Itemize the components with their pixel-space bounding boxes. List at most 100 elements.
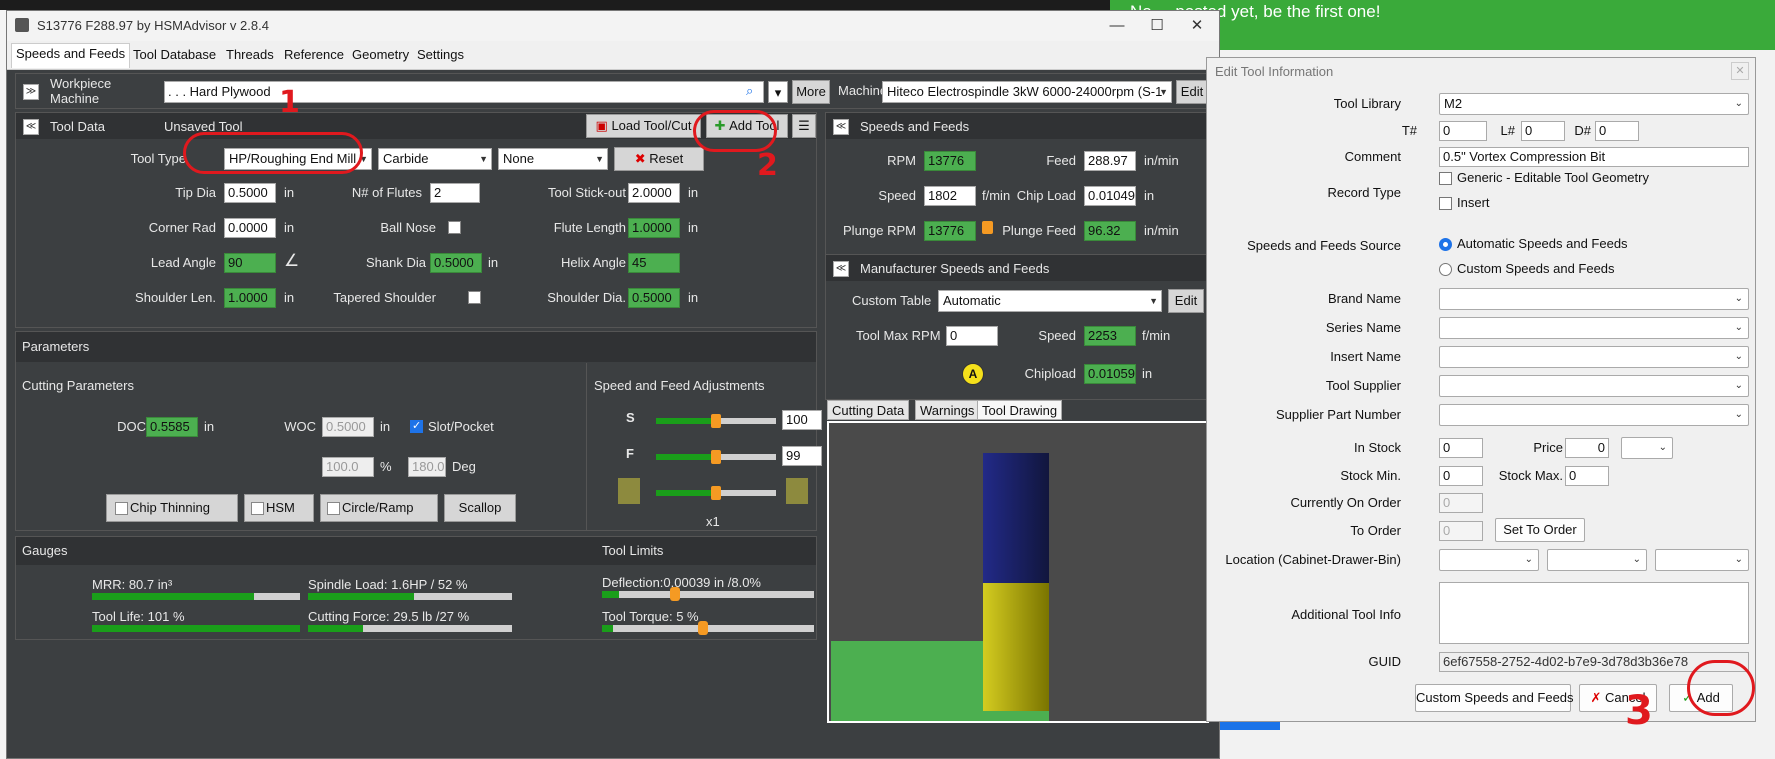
ball-nose-checkbox[interactable] [448,221,461,234]
generic-checkbox[interactable] [1439,172,1452,185]
woc-percent-field[interactable]: 100.0 [322,457,374,477]
spindle-load-bar [308,593,512,600]
shoulder-len-label: Shoulder Len. [135,290,216,305]
feed-adjust-slider[interactable] [656,450,776,464]
feed-field[interactable]: 288.97 [1084,151,1136,171]
custom-table-edit-button[interactable]: Edit [1168,289,1204,313]
collapse-icon[interactable]: ≫ [23,84,39,100]
drawer-select[interactable]: ⌄ [1547,549,1647,571]
collapse-icon[interactable]: ≪ [833,119,849,135]
scallop-button[interactable]: Scallop [444,494,516,522]
t-number-field[interactable]: 0 [1439,121,1487,141]
search-icon[interactable]: ⌕ [746,83,753,99]
annotation-circle [1687,660,1755,716]
hsm-button[interactable]: HSM [244,494,314,522]
comment-field[interactable]: 0.5" Vortex Compression Bit [1439,147,1749,167]
price-field[interactable]: 0 [1565,438,1609,458]
rpm-field[interactable]: 13776 [924,151,976,171]
series-name-select[interactable]: ⌄ [1439,317,1749,339]
flutes-stepper[interactable]: 2 [430,183,480,203]
custom-table-select[interactable]: Automatic ▼ [938,290,1162,312]
flute-length-field[interactable]: 1.0000 [628,218,680,238]
plunge-feed-field[interactable]: 96.32 [1084,221,1136,241]
tab-tool-database[interactable]: Tool Database [129,45,220,65]
mfr-speed-field[interactable]: 2253 [1084,326,1136,346]
lead-angle-field[interactable]: 90 [224,253,276,273]
minimize-button[interactable]: — [1097,15,1137,37]
maximize-button[interactable]: ☐ [1137,15,1177,37]
tool-material-select[interactable]: Carbide ▼ [378,148,492,170]
custom-sf-radio[interactable] [1439,263,1452,276]
tab-settings[interactable]: Settings [413,45,468,65]
tab-cutting-data[interactable]: Cutting Data [827,400,910,420]
speed-field[interactable]: 1802 [924,186,976,206]
load-tool-button[interactable]: ▣ Load Tool/Cut [586,114,701,138]
slot-pocket-checkbox[interactable] [410,419,423,433]
hamburger-menu-icon[interactable]: ☰ [792,114,816,138]
in-stock-field[interactable]: 0 [1439,438,1483,458]
chip-thinning-button[interactable]: Chip Thinning [106,494,238,522]
lock-icon[interactable] [982,221,993,234]
shoulder-len-field[interactable]: 1.0000 [224,288,276,308]
shoulder-dia-label: Shoulder Dia. [547,290,626,305]
tool-library-select[interactable]: M2 ⌄ [1439,93,1749,115]
tab-reference[interactable]: Reference [280,45,348,65]
chip-thinning-checkbox[interactable] [115,502,128,516]
max-rpm-field[interactable]: 0 [946,326,998,346]
tip-dia-field[interactable]: 0.5000 [224,183,276,203]
tapered-shoulder-checkbox[interactable] [468,291,481,304]
more-button[interactable]: More [792,80,830,104]
woc-field[interactable]: 0.5000 [322,417,374,437]
helix-angle-field[interactable]: 45 [628,253,680,273]
material-dropdown[interactable]: ▾ [768,81,788,103]
shoulder-dia-field[interactable]: 0.5000 [628,288,680,308]
shank-dia-field[interactable]: 0.5000 [430,253,482,273]
stickout-adjust-slider[interactable] [656,486,776,500]
dialog-close-icon[interactable]: ✕ [1731,62,1749,80]
bin-select[interactable]: ⌄ [1655,549,1749,571]
collapse-icon[interactable]: ≪ [23,119,39,135]
cabinet-select[interactable]: ⌄ [1439,549,1539,571]
speed-adjust-slider[interactable] [656,414,776,428]
tab-geometry[interactable]: Geometry [348,45,413,65]
insert-name-select[interactable]: ⌄ [1439,346,1749,368]
d-number-field[interactable]: 0 [1595,121,1639,141]
coating-select[interactable]: None ▼ [498,148,608,170]
plunge-rpm-field[interactable]: 13776 [924,221,976,241]
doc-field[interactable]: 0.5585 [146,417,198,437]
chip-load-field[interactable]: 0.01049 [1084,186,1136,206]
tool-supplier-select[interactable]: ⌄ [1439,375,1749,397]
l-number-field[interactable]: 0 [1521,121,1565,141]
brand-name-select[interactable]: ⌄ [1439,288,1749,310]
tab-tool-drawing[interactable]: Tool Drawing [977,400,1063,420]
unit-label: in [284,185,295,200]
auto-sf-radio[interactable] [1439,238,1452,251]
tool-limits-title: Tool Limits [602,543,664,558]
hsm-checkbox[interactable] [251,502,264,516]
machine-edit-button[interactable]: Edit [1176,80,1208,104]
angle-field[interactable]: 180.0 [408,457,446,477]
custom-sf-button[interactable]: Custom Speeds and Feeds [1415,684,1574,712]
corner-rad-field[interactable]: 0.0000 [224,218,276,238]
tab-speeds-and-feeds[interactable]: Speeds and Feeds [11,43,131,68]
material-field[interactable]: . . . Hard Plywood [164,81,764,103]
additional-info-textarea[interactable] [1439,582,1749,644]
stock-max-field[interactable]: 0 [1565,466,1609,486]
reset-button[interactable]: ✖ Reset [614,147,704,171]
collapse-icon[interactable]: ≪ [833,261,849,277]
currency-select[interactable]: ⌄ [1621,437,1673,459]
set-to-order-button[interactable]: Set To Order [1495,518,1585,542]
chipload-field[interactable]: 0.01059 [1084,364,1136,384]
tab-warnings[interactable]: Warnings [915,400,980,420]
speed-adjust-field[interactable]: 100 [782,410,822,430]
insert-checkbox[interactable] [1439,197,1452,210]
stock-min-field[interactable]: 0 [1439,466,1483,486]
close-button[interactable]: ✕ [1177,15,1217,37]
circle-ramp-button[interactable]: Circle/Ramp [320,494,438,522]
feed-adjust-field[interactable]: 99 [782,446,822,466]
stickout-field[interactable]: 2.0000 [628,183,680,203]
supplier-part-select[interactable]: ⌄ [1439,404,1749,426]
tab-threads[interactable]: Threads [222,45,278,65]
machine-select[interactable]: Hiteco Electrospindle 3kW 6000-24000rpm … [882,81,1172,103]
circle-ramp-checkbox[interactable] [327,502,340,516]
